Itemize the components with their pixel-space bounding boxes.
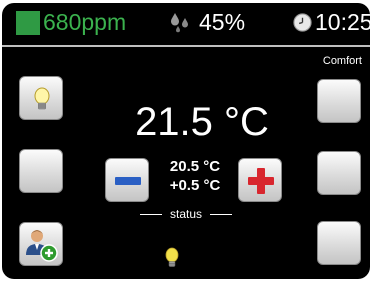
decrease-button[interactable] [105,158,149,202]
actual-temperature: 20.5 °C [169,158,221,175]
temperature-offset: +0.5 °C [169,177,221,194]
setpoint-temperature: 21.5 °C [135,100,269,144]
increase-button[interactable] [238,158,282,202]
clock-icon [293,13,312,32]
status-divider: status [136,207,236,221]
add-user-button[interactable] [19,222,63,266]
plus-icon [248,168,274,194]
clock-time: 10:25 [315,9,370,35]
right-bottom-button[interactable] [317,221,361,265]
light-bulb-icon [34,87,50,110]
thermostat-screen: 680ppm 45% 10:25 Comfort 21.5 °C 20.5 °C… [2,3,370,279]
minus-icon [115,177,141,185]
light-toggle-button[interactable] [19,76,63,120]
right-top-button[interactable] [317,79,361,123]
mode-label: Comfort [322,55,362,67]
co2-value: 680ppm [43,9,127,35]
status-bar: 680ppm 45% 10:25 [2,3,370,41]
add-user-icon [26,230,58,262]
status-line-right [210,214,232,215]
left-middle-button[interactable] [19,149,63,193]
humidity-drops-icon [171,13,188,33]
co2-indicator-icon [16,11,40,35]
status-bar-divider [2,45,370,47]
humidity-value: 45% [199,9,246,35]
light-bulb-icon [165,247,179,267]
right-middle-button[interactable] [317,151,361,195]
